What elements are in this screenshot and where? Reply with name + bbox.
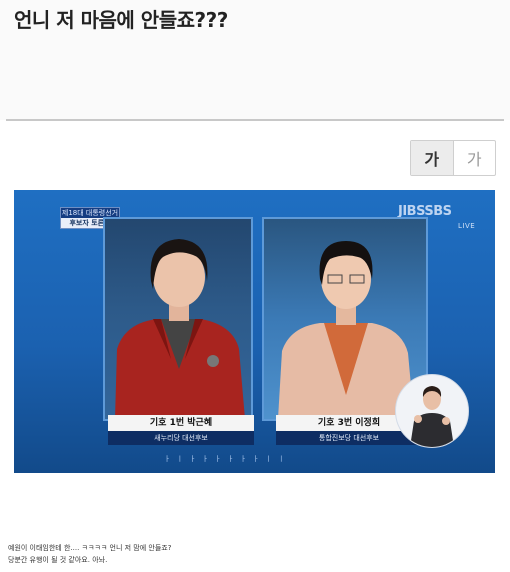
font-size-toggle: 가 가 [410, 140, 496, 176]
post-title: 언니 저 마음에 안들죠??? [14, 8, 228, 32]
bottom-ticker: ㅏ ㅣ ㅏ ㅏ ㅏ ㅏ ㅏ ㅏ ㅣ ㅣ [164, 455, 287, 463]
font-size-small-button[interactable]: 가 [454, 141, 496, 175]
left-candidate-figure [115, 239, 245, 419]
font-size-large-button[interactable]: 가 [411, 141, 454, 175]
sign-interpreter-figure [410, 386, 454, 447]
post-header: 언니 저 마음에 안들죠??? [0, 0, 510, 120]
sign-language-inset [395, 374, 469, 448]
left-candidate-party: 새누리당 대선후보 [108, 431, 254, 445]
header-divider [6, 119, 504, 121]
live-label: LIVE [458, 222, 476, 230]
caption-line-2: 당분간 유행이 될 것 같아요. 아놔. [8, 556, 108, 564]
caption-line-1: 예원이 이태임한테 한.... ㅋㅋㅋㅋ 언니 저 맘에 안들죠? [8, 544, 172, 552]
debate-image: 제18대 대통령선거 후보자 토론회 JIBSSBS LIVE 기호 1번 박근… [14, 190, 495, 473]
right-candidate-party: 통합진보당 대선후보 [276, 431, 422, 445]
left-candidate-panel [103, 217, 253, 421]
left-candidate-name: 기호 1번 박근혜 [108, 415, 254, 431]
left-candidate-label: 기호 1번 박근혜 새누리당 대선후보 [108, 415, 254, 449]
